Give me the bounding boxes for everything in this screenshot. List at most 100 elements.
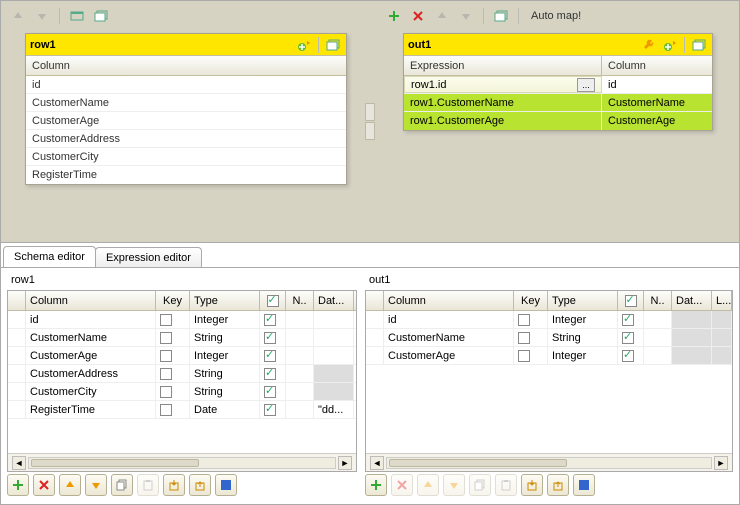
cell-length[interactable] [712, 329, 732, 346]
cell-nullable[interactable] [260, 365, 286, 382]
cell-column[interactable]: CustomerAge [26, 347, 156, 364]
cell-key[interactable] [514, 329, 548, 346]
cell-n[interactable] [286, 329, 314, 346]
delete-button[interactable] [33, 474, 55, 496]
cell-n[interactable] [286, 347, 314, 364]
cell-length[interactable] [712, 311, 732, 328]
row-handle[interactable] [8, 383, 26, 400]
col-header-nullable[interactable]: N.. [286, 291, 314, 310]
cell-nullable[interactable] [260, 347, 286, 364]
col-header-key[interactable]: Key [514, 291, 548, 310]
col-header-check[interactable] [260, 291, 286, 310]
cell-key[interactable] [156, 329, 190, 346]
auto-map-button[interactable]: Auto map! [527, 10, 581, 22]
col-header-column[interactable]: Column [26, 291, 156, 310]
add-button[interactable] [7, 474, 29, 496]
cell-nullable[interactable] [260, 383, 286, 400]
col-header-column[interactable]: Column [384, 291, 514, 310]
cell-date[interactable] [314, 383, 354, 400]
schema-row[interactable]: CustomerAddressString [8, 365, 356, 383]
row-handle[interactable] [8, 329, 26, 346]
cell-type[interactable]: Integer [548, 311, 618, 328]
schema-row[interactable]: CustomerNameString [366, 329, 732, 347]
cell-column[interactable]: id [26, 311, 156, 328]
horizontal-scrollbar[interactable]: ◄► [8, 453, 356, 471]
row-handle[interactable] [366, 347, 384, 364]
input-column-row[interactable]: CustomerAge [26, 112, 346, 130]
cell-date[interactable] [672, 311, 712, 328]
cell-column[interactable]: CustomerAddress [26, 365, 156, 382]
row-handle[interactable] [366, 311, 384, 328]
column-cell[interactable]: id [608, 79, 617, 91]
cell-date[interactable] [314, 311, 354, 328]
cell-column[interactable]: RegisterTime [26, 401, 156, 418]
delete-icon[interactable] [409, 7, 427, 25]
add-column-button[interactable] [661, 36, 679, 54]
schema-row[interactable]: CustomerAgeInteger [366, 347, 732, 365]
restore-icon[interactable] [492, 7, 510, 25]
export-button[interactable] [547, 474, 569, 496]
schema-row[interactable]: CustomerAge Integer [8, 347, 356, 365]
row-handle[interactable] [8, 311, 26, 328]
row-handle[interactable] [8, 347, 26, 364]
restore-icon[interactable] [92, 7, 110, 25]
cell-column[interactable]: CustomerName [26, 329, 156, 346]
horizontal-scrollbar[interactable]: ◄► [366, 453, 732, 471]
cell-key[interactable] [514, 347, 548, 364]
cell-date[interactable] [314, 329, 354, 346]
cell-nullable[interactable] [618, 329, 644, 346]
cell-column[interactable]: CustomerAge [384, 347, 514, 364]
copy-button[interactable] [111, 474, 133, 496]
tab-schema-editor[interactable]: Schema editor [3, 246, 96, 267]
schema-row[interactable]: CustomerName String [8, 329, 356, 347]
cell-nullable[interactable] [618, 347, 644, 364]
expression-cell[interactable]: row1.CustomerName [410, 97, 514, 109]
import-button[interactable] [163, 474, 185, 496]
cell-key[interactable] [156, 383, 190, 400]
schema-row[interactable]: CustomerCityString [8, 383, 356, 401]
expression-cell[interactable]: row1.CustomerAge [410, 115, 504, 127]
cell-type[interactable]: Integer [190, 347, 260, 364]
cell-type[interactable]: String [190, 329, 260, 346]
import-button[interactable] [521, 474, 543, 496]
input-column-row[interactable]: CustomerCity [26, 148, 346, 166]
cell-type[interactable]: String [548, 329, 618, 346]
row-handle[interactable] [366, 329, 384, 346]
col-header-date[interactable]: Dat... [672, 291, 712, 310]
cell-column[interactable]: CustomerCity [26, 383, 156, 400]
cell-type[interactable]: Integer [190, 311, 260, 328]
cell-date[interactable] [672, 347, 712, 364]
schema-row[interactable]: id Integer [8, 311, 356, 329]
row-handle[interactable] [8, 401, 26, 418]
column-cell[interactable]: CustomerAge [608, 115, 675, 127]
col-header-length[interactable]: L... [712, 291, 732, 310]
output-mapping-row[interactable]: row1.id... id [404, 76, 712, 94]
schema-row[interactable]: RegisterTimeDate"dd... [8, 401, 356, 419]
move-down-button[interactable] [85, 474, 107, 496]
cell-length[interactable] [712, 347, 732, 364]
expression-builder-button[interactable]: ... [577, 78, 595, 92]
cell-key[interactable] [156, 365, 190, 382]
cell-column[interactable]: id [384, 311, 514, 328]
cell-n[interactable] [286, 311, 314, 328]
row-handle[interactable] [8, 365, 26, 382]
wrench-icon[interactable] [640, 36, 658, 54]
cell-n[interactable] [286, 383, 314, 400]
input-column-row[interactable]: CustomerName [26, 94, 346, 112]
restore-icon[interactable] [690, 36, 708, 54]
cell-n[interactable] [644, 347, 672, 364]
schema-row[interactable]: id Integer [366, 311, 732, 329]
output-mapping-row[interactable]: row1.CustomerAge CustomerAge [404, 112, 712, 130]
col-header-key[interactable]: Key [156, 291, 190, 310]
cell-date[interactable] [672, 329, 712, 346]
expression-cell[interactable]: row1.id [411, 79, 446, 91]
col-header-date[interactable]: Dat... [314, 291, 354, 310]
add-button[interactable] [365, 474, 387, 496]
cell-nullable[interactable] [618, 311, 644, 328]
col-header-type[interactable]: Type [190, 291, 260, 310]
cell-type[interactable]: Date [190, 401, 260, 418]
input-column-row[interactable]: id [26, 76, 346, 94]
column-cell[interactable]: CustomerName [608, 97, 685, 109]
restore-icon[interactable] [324, 36, 342, 54]
cell-n[interactable] [286, 365, 314, 382]
